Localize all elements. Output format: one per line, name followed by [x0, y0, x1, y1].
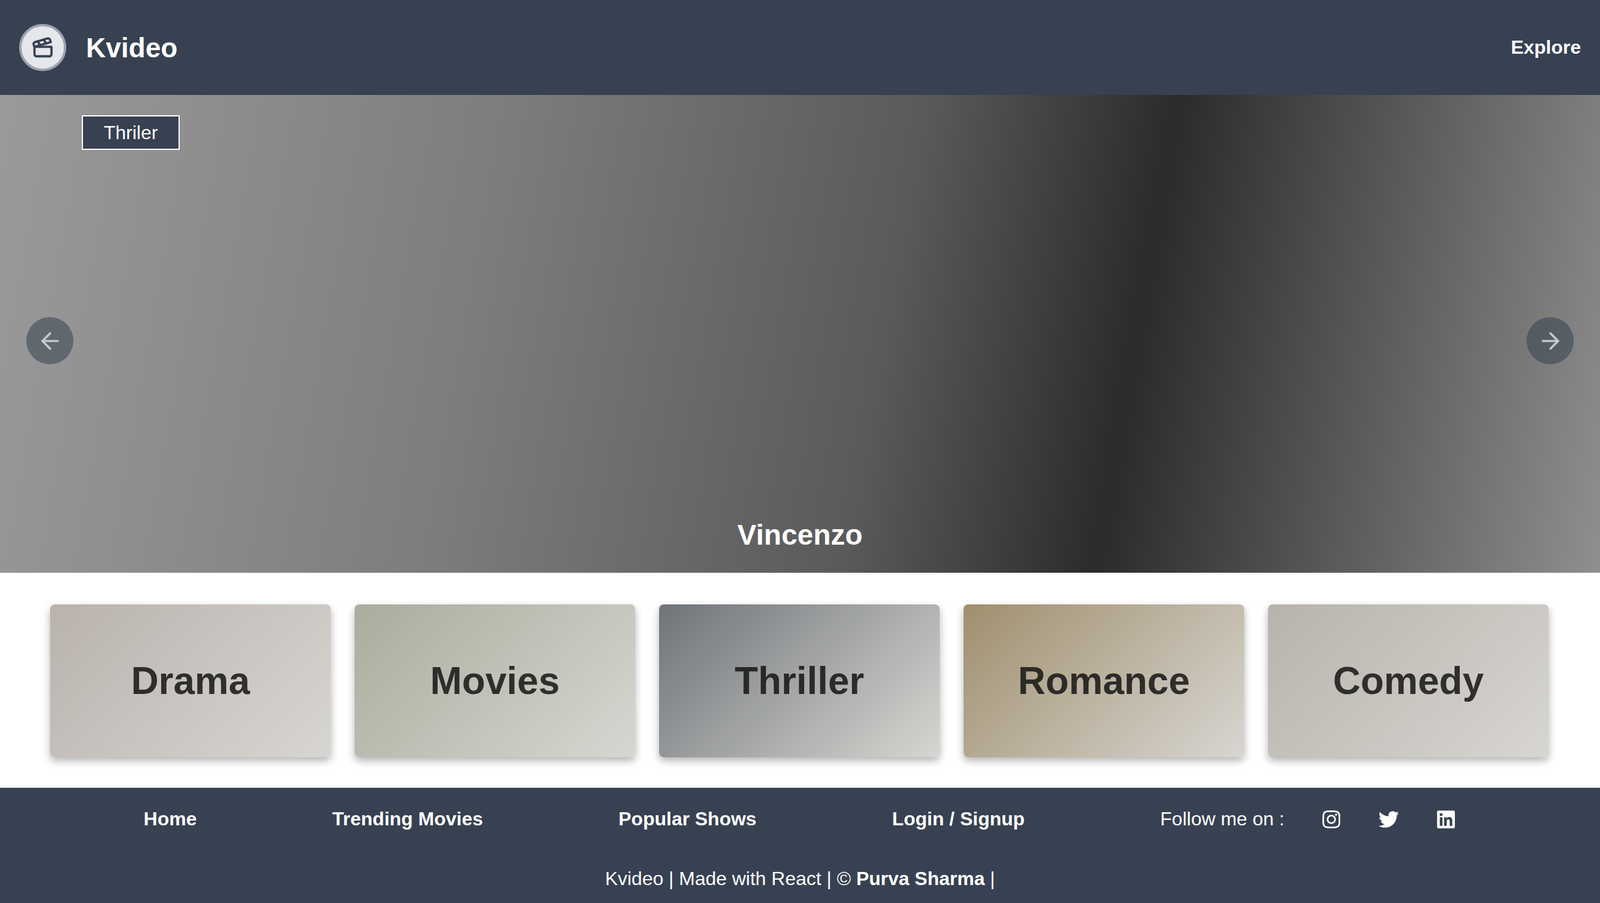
nav-link[interactable]: Explore [1511, 36, 1581, 59]
twitter-icon [1378, 808, 1399, 830]
footer-link[interactable]: Popular Shows [618, 807, 757, 830]
author: Purva Sharma [856, 867, 985, 889]
prev-button[interactable] [26, 317, 74, 365]
brand-title[interactable]: Kvideo [85, 31, 178, 64]
hero-carousel: Thriler Vincenzo [0, 94, 1600, 573]
next-button[interactable] [1526, 317, 1574, 365]
footer-links: Home Trending Movies Popular Shows Login / … [0, 807, 1600, 830]
category-card[interactable]: Romance [963, 604, 1245, 758]
category-row: Drama Movies Thriller Romance Comedy [0, 572, 1600, 788]
category-label: Romance [1017, 658, 1190, 703]
header: Kvideo Explore [0, 0, 1600, 95]
linkedin-link[interactable] [1435, 808, 1457, 830]
category-label: Movies [430, 658, 560, 703]
footer-link[interactable]: Trending Movies [332, 807, 483, 830]
category-card[interactable]: Thriller [659, 604, 940, 758]
twitter-link[interactable] [1378, 808, 1399, 830]
instagram-icon [1321, 808, 1342, 830]
arrow-left-icon [37, 327, 64, 355]
category-label: Thriller [734, 658, 865, 703]
logo[interactable] [19, 23, 67, 72]
follow-section: Follow me on : [1160, 807, 1457, 830]
instagram-link[interactable] [1321, 808, 1342, 830]
footer: Home Trending Movies Popular Shows Login / … [0, 787, 1600, 903]
category-card[interactable]: Drama [50, 604, 331, 758]
linkedin-icon [1435, 808, 1457, 830]
credit: Kvideo | Made with React | © Purva Sharm… [0, 867, 1600, 890]
category-card[interactable]: Movies [354, 604, 636, 758]
arrow-right-icon [1537, 327, 1564, 355]
category-label: Drama [130, 658, 250, 703]
category-card[interactable]: Comedy [1268, 604, 1549, 758]
page: Kvideo Explore Thriler Vincenzo Drama Movies T… [0, 0, 1600, 903]
footer-link[interactable]: Login / Signup [891, 807, 1025, 830]
brand[interactable]: Kvideo [19, 23, 178, 72]
hero-title: Vincenzo [81, 518, 1519, 552]
footer-link[interactable]: Home [143, 807, 198, 830]
genre-badge: Thriler [81, 115, 180, 150]
follow-label: Follow me on : [1160, 807, 1285, 830]
category-label: Comedy [1333, 658, 1485, 703]
social-icons [1321, 808, 1457, 830]
clapperboard-icon [31, 36, 55, 60]
